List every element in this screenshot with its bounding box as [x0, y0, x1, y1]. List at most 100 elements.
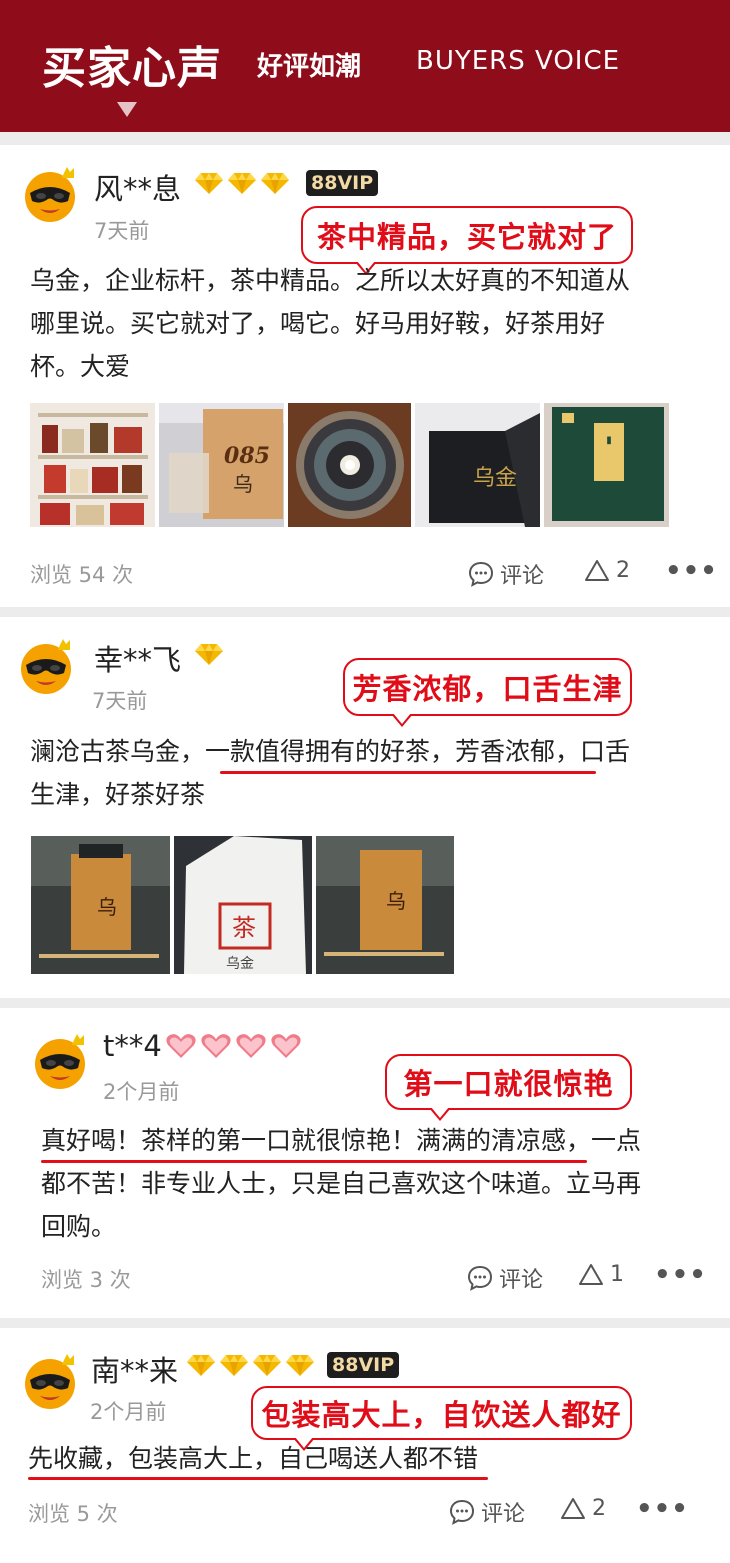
- comment-label: 评论: [481, 1502, 526, 1527]
- user-avatar[interactable]: [18, 639, 74, 695]
- page-title: 买家心声: [42, 43, 222, 94]
- review-photo[interactable]: 乌金: [415, 403, 540, 527]
- vip-badge: 88VIP: [327, 1352, 400, 1378]
- page-subtitle: 好评如潮: [257, 52, 362, 82]
- level-badges: [194, 642, 224, 666]
- review-photo[interactable]: 茶 乌金: [174, 836, 312, 974]
- page-english-title: BUYERS VOICE: [416, 46, 621, 76]
- highlight-underline: [220, 771, 596, 774]
- diamond-badge-icon: [194, 642, 224, 666]
- review-text: 真好喝！茶样的第一口就很惊艳！满满的清凉感，一点 都不苦！非专业人士，只是自己喜…: [41, 1126, 642, 1241]
- tea-box-photo: 085 乌: [159, 403, 284, 527]
- highlight-text: 茶中精品，买它就对了: [316, 220, 617, 254]
- like-button[interactable]: 1: [578, 1262, 624, 1287]
- page-header: 买家心声 好评如潮 BUYERS VOICE: [0, 0, 730, 132]
- diamond-badge-icon: [285, 1353, 315, 1377]
- diamond-badge-icon: [186, 1353, 216, 1377]
- comment-button[interactable]: 评论: [467, 1262, 543, 1294]
- highlight-bubble: 包装高大上，自饮送人都好: [251, 1386, 632, 1451]
- review-photo[interactable]: ▮: [544, 403, 669, 527]
- comment-button[interactable]: 评论: [468, 558, 544, 590]
- like-count: 2: [592, 1496, 606, 1521]
- like-button[interactable]: 2: [560, 1496, 606, 1521]
- comment-bubble-icon: [449, 1499, 475, 1525]
- review-text: 乌金，企业标杆，茶中精品。之所以太好真的不知道从 哪里说。买它就对了，喝它。好马…: [30, 266, 631, 381]
- highlight-text: 第一口就很惊艳: [403, 1067, 614, 1101]
- review-time: 7天前: [94, 219, 150, 243]
- like-triangle-icon: [578, 1263, 604, 1287]
- comment-bubble-icon: [467, 1265, 493, 1291]
- highlight-underline: [28, 1477, 488, 1480]
- diamond-badge-icon: [260, 171, 290, 195]
- username[interactable]: 南**来: [91, 1348, 178, 1390]
- review-card: 南**来 88VIP 2个月前 包装高大上，自饮送人都好 先收藏，包装高大上，自…: [0, 1328, 730, 1563]
- tea-package-photo: 乌金: [415, 403, 540, 527]
- comment-button[interactable]: 评论: [449, 1496, 525, 1528]
- review-card: 风**息 88VIP 7天前 茶中精品，买它就对了 乌金，企业标杆，茶中精品。之…: [0, 145, 730, 607]
- diamond-badge-icon: [227, 171, 257, 195]
- review-card: 幸**飞 7天前 芳香浓郁，口舌生津 澜沧古茶乌金，一款值得拥有的好茶，芳香浓郁…: [0, 617, 730, 998]
- svg-text:乌金: 乌金: [226, 956, 254, 972]
- svg-text:乌金: 乌金: [473, 466, 517, 491]
- diamond-badge-icon: [194, 171, 224, 195]
- tea-giftbox-photo: ▮: [544, 403, 669, 527]
- svg-text:茶: 茶: [232, 914, 256, 942]
- like-triangle-icon: [584, 559, 610, 583]
- diamond-badge-icon: [252, 1353, 282, 1377]
- tea-shelf-photo: [30, 403, 155, 527]
- heart-badge-icon: [235, 1033, 267, 1059]
- down-arrow-icon: [117, 102, 137, 117]
- svg-text:▮: ▮: [606, 435, 612, 446]
- review-time: 2个月前: [90, 1400, 167, 1424]
- level-badges: [186, 1353, 315, 1377]
- view-count: 浏览 54 次: [30, 563, 134, 587]
- vip-badge: 88VIP: [306, 170, 379, 196]
- review-photo[interactable]: [30, 403, 155, 527]
- svg-text:乌: 乌: [97, 895, 117, 919]
- comment-label: 评论: [500, 564, 545, 589]
- svg-text:乌: 乌: [386, 889, 406, 913]
- review-photo[interactable]: [288, 403, 411, 527]
- highlight-bubble: 茶中精品，买它就对了: [301, 206, 633, 275]
- comment-bubble-icon: [468, 561, 494, 587]
- highlight-bubble: 第一口就很惊艳: [385, 1054, 632, 1121]
- highlight-text: 包装高大上，自饮送人都好: [261, 1398, 622, 1432]
- like-button[interactable]: 2: [584, 558, 630, 583]
- heart-badge-icon: [200, 1033, 232, 1059]
- tea-wrap-photo: 茶 乌金: [174, 836, 312, 974]
- more-options-button[interactable]: •••: [636, 1494, 689, 1524]
- review-text: 先收藏，包装高大上，自己喝送人都不错: [28, 1444, 479, 1473]
- review-time: 7天前: [92, 689, 148, 713]
- svg-text:乌: 乌: [233, 472, 253, 496]
- tea-box-photo: 乌: [316, 836, 454, 974]
- like-count: 2: [616, 558, 630, 583]
- tea-cup-photo: [288, 403, 411, 527]
- level-badges: [165, 1033, 302, 1059]
- more-options-button[interactable]: •••: [654, 1260, 707, 1290]
- user-avatar[interactable]: [22, 167, 78, 223]
- heart-badge-icon: [165, 1033, 197, 1059]
- more-options-button[interactable]: •••: [665, 556, 718, 586]
- heart-badge-icon: [270, 1033, 302, 1059]
- username[interactable]: t**4: [103, 1029, 162, 1063]
- diamond-badge-icon: [219, 1353, 249, 1377]
- review-photo[interactable]: 乌: [31, 836, 170, 974]
- username[interactable]: 幸**飞: [94, 637, 181, 679]
- user-avatar[interactable]: [32, 1034, 88, 1090]
- highlight-underline: [41, 1160, 587, 1163]
- svg-text:085: 085: [224, 443, 270, 469]
- tea-box-photo: 乌: [31, 836, 170, 974]
- review-photo[interactable]: 乌: [316, 836, 454, 974]
- view-count: 浏览 3 次: [41, 1268, 131, 1292]
- view-count: 浏览 5 次: [28, 1502, 118, 1526]
- comment-label: 评论: [499, 1268, 544, 1293]
- level-badges: [194, 171, 290, 195]
- like-count: 1: [610, 1262, 624, 1287]
- username[interactable]: 风**息: [94, 166, 181, 208]
- user-avatar[interactable]: [22, 1354, 78, 1410]
- review-time: 2个月前: [103, 1080, 180, 1104]
- review-photo[interactable]: 085 乌: [159, 403, 284, 527]
- like-triangle-icon: [560, 1497, 586, 1521]
- highlight-text: 芳香浓郁，口舌生津: [352, 672, 623, 706]
- review-card: t**4 2个月前 第一口就很惊艳 真好喝！茶样的第一口就很惊艳！满满的清凉感，…: [0, 1008, 730, 1318]
